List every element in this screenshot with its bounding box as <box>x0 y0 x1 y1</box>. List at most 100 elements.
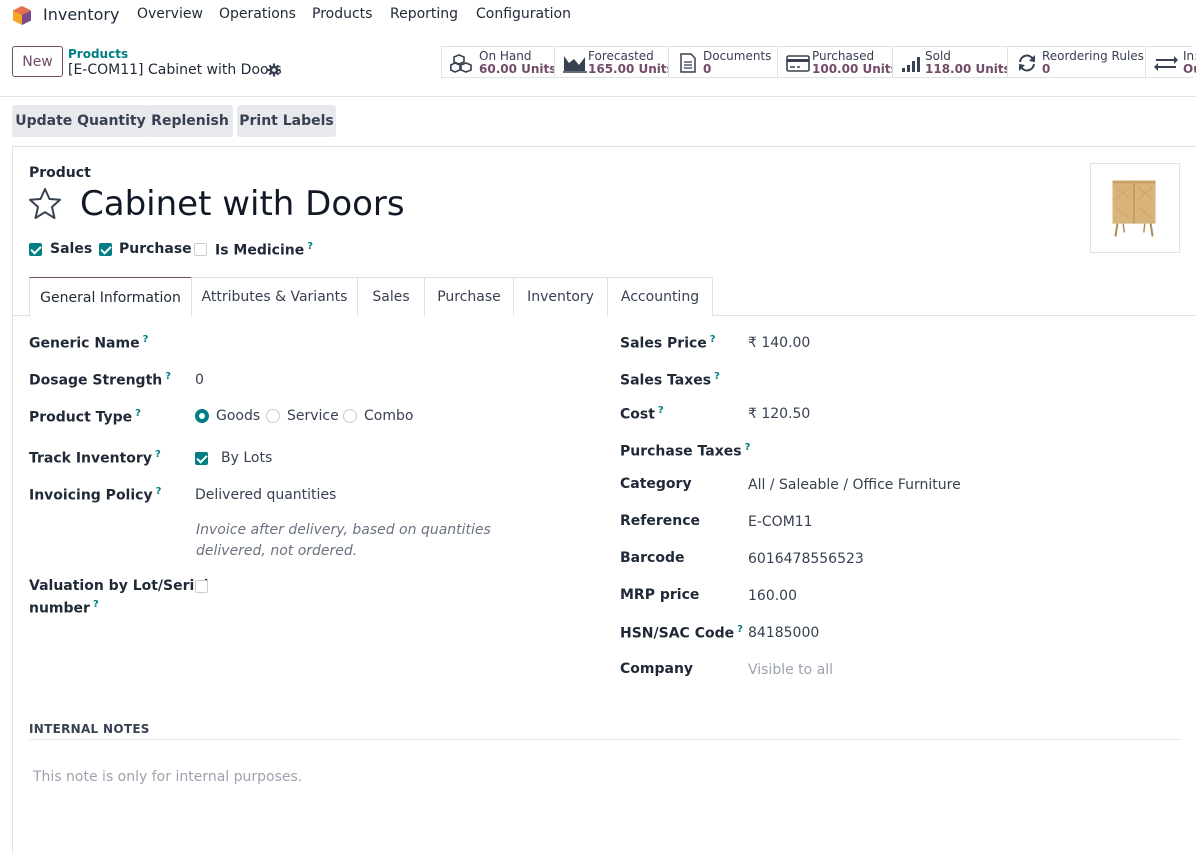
gear-icon[interactable] <box>267 63 281 77</box>
service-radio-label: Service <box>287 408 339 424</box>
category-field[interactable]: All / Saleable / Office Furniture <box>748 477 961 493</box>
signal-icon <box>902 57 920 72</box>
forecasted-label: Forecasted <box>588 49 654 63</box>
sales-price-field[interactable]: ₹ 140.00 <box>748 335 810 351</box>
tab-purchase[interactable]: Purchase <box>424 277 514 316</box>
service-radio[interactable] <box>266 409 280 423</box>
company-field[interactable]: Visible to all <box>748 662 833 678</box>
on-hand-label: On Hand <box>479 49 532 63</box>
invoicing-policy-field[interactable]: Delivered quantities <box>195 487 336 503</box>
cost-field[interactable]: ₹ 120.50 <box>748 406 810 422</box>
purchased-button[interactable]: Purchased 100.00 Units <box>777 46 898 78</box>
menu-overview[interactable]: Overview <box>137 6 203 22</box>
help-icon[interactable]: ? <box>307 241 313 252</box>
in-label: In: <box>1183 49 1196 63</box>
help-icon[interactable]: ? <box>156 486 162 497</box>
mrp-price-field[interactable]: 160.00 <box>748 588 797 604</box>
reordering-rules-value: 0 <box>1042 62 1051 76</box>
generic-name-label: Generic Name? <box>29 334 149 352</box>
product-image[interactable] <box>1090 163 1180 253</box>
goods-radio[interactable] <box>195 409 209 423</box>
sold-label: Sold <box>925 49 951 63</box>
replenish-button[interactable]: Replenish <box>147 105 233 137</box>
reordering-rules-label: Reordering Rules <box>1042 49 1144 63</box>
forecasted-button[interactable]: Forecasted 165.00 Units <box>554 46 674 78</box>
help-icon[interactable]: ? <box>143 334 149 345</box>
dosage-strength-field[interactable]: 0 <box>195 372 204 388</box>
track-inventory-checkbox[interactable] <box>195 452 208 465</box>
help-icon[interactable]: ? <box>165 371 171 382</box>
help-icon[interactable]: ? <box>714 371 720 382</box>
barcode-field[interactable]: 6016478556523 <box>748 551 864 567</box>
internal-notes-divider <box>29 739 1180 740</box>
help-icon[interactable]: ? <box>135 408 141 419</box>
track-inventory-label: Track Inventory? <box>29 449 161 467</box>
out-value: Ou <box>1183 62 1196 76</box>
dosage-strength-label: Dosage Strength? <box>29 371 172 389</box>
is-medicine-label: Is Medicine? <box>215 241 314 259</box>
refresh-icon <box>1019 54 1035 72</box>
tab-general-information[interactable]: General Information <box>29 277 192 317</box>
document-icon <box>680 53 696 73</box>
barcode-label: Barcode <box>620 550 685 566</box>
inventory-app-icon[interactable] <box>12 5 32 26</box>
documents-button[interactable]: Documents 0 <box>668 46 777 78</box>
invoicing-policy-note: Invoice after delivery, based on quantit… <box>196 522 491 559</box>
documents-label: Documents <box>703 49 772 63</box>
sales-taxes-label: Sales Taxes? <box>620 371 720 389</box>
product-label: Product <box>29 165 91 181</box>
reference-field[interactable]: E-COM11 <box>748 514 813 530</box>
star-icon[interactable] <box>28 187 62 221</box>
new-button[interactable]: New <box>12 46 63 77</box>
documents-value: 0 <box>703 62 712 76</box>
help-icon[interactable]: ? <box>658 405 664 416</box>
help-icon[interactable]: ? <box>93 599 99 610</box>
tab-attributes-variants[interactable]: Attributes & Variants <box>191 277 358 316</box>
menu-products[interactable]: Products <box>312 6 372 22</box>
help-icon[interactable]: ? <box>155 449 161 460</box>
credit-card-icon <box>786 55 810 72</box>
print-labels-button[interactable]: Print Labels <box>237 105 336 137</box>
sales-price-label: Sales Price? <box>620 334 716 352</box>
company-label: Company <box>620 661 694 677</box>
tab-inventory[interactable]: Inventory <box>513 277 608 316</box>
hsn-code-label: HSN/SAC Code? <box>620 624 743 642</box>
help-icon[interactable]: ? <box>745 442 751 453</box>
in-out-button[interactable]: In: Ou <box>1145 46 1196 78</box>
app-name[interactable]: Inventory <box>43 5 119 24</box>
tab-sales[interactable]: Sales <box>357 277 425 316</box>
sold-button[interactable]: Sold 118.00 Units <box>892 46 1011 78</box>
cubes-icon <box>450 54 472 73</box>
menu-configuration[interactable]: Configuration <box>476 6 571 22</box>
help-icon[interactable]: ? <box>710 334 716 345</box>
breadcrumb-products[interactable]: Products <box>68 47 128 61</box>
smart-buttons: On Hand 60.00 Units Forecasted 165.00 Un… <box>441 46 1196 78</box>
on-hand-button[interactable]: On Hand 60.00 Units <box>441 46 556 78</box>
is-medicine-checkbox[interactable] <box>194 243 207 256</box>
mrp-price-label: MRP price <box>620 587 700 603</box>
menu-reporting[interactable]: Reporting <box>390 6 458 22</box>
valuation-checkbox[interactable] <box>195 580 208 593</box>
update-quantity-button[interactable]: Update Quantity <box>12 105 149 137</box>
hsn-code-field[interactable]: 84185000 <box>748 625 819 641</box>
help-icon[interactable]: ? <box>737 624 743 635</box>
purchased-value: 100.00 Units <box>812 62 898 76</box>
tracking-by-lots[interactable]: By Lots <box>221 450 272 466</box>
combo-radio-label: Combo <box>364 408 414 424</box>
purchase-taxes-label: Purchase Taxes? <box>620 442 751 460</box>
sales-checkbox[interactable] <box>29 243 42 256</box>
purchase-checkbox[interactable] <box>99 243 112 256</box>
product-name[interactable]: Cabinet with Doors <box>80 184 405 224</box>
tab-accounting[interactable]: Accounting <box>607 277 713 316</box>
menu-operations[interactable]: Operations <box>219 6 296 22</box>
purchase-flag-label: Purchase <box>119 241 192 257</box>
valuation-label: Valuation by Lot/Serial <box>29 578 209 594</box>
cabinet-image <box>1112 180 1156 237</box>
reordering-rules-button[interactable]: Reordering Rules 0 <box>1007 46 1145 78</box>
internal-notes-heading: INTERNAL NOTES <box>29 722 150 736</box>
breadcrumb-current: [E-COM11] Cabinet with Doors <box>68 62 282 78</box>
category-label: Category <box>620 476 692 492</box>
internal-notes-field[interactable]: This note is only for internal purposes. <box>33 769 302 785</box>
product-type-label: Product Type? <box>29 408 141 426</box>
combo-radio[interactable] <box>343 409 357 423</box>
